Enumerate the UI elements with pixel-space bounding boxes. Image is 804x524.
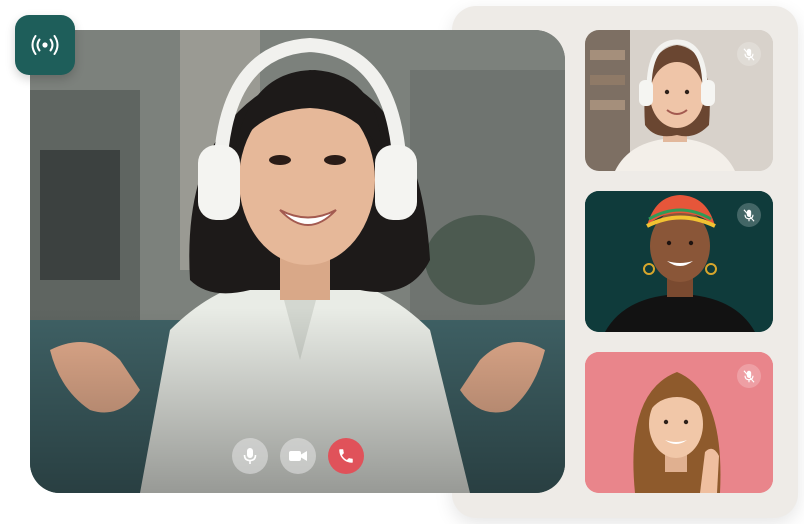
broadcast-icon bbox=[31, 35, 59, 55]
microphone-muted-icon bbox=[743, 47, 755, 61]
mute-status-badge bbox=[737, 364, 761, 388]
participant-tile-1[interactable] bbox=[585, 30, 773, 171]
microphone-muted-icon bbox=[743, 369, 755, 383]
microphone-muted-icon bbox=[743, 208, 755, 222]
mute-status-badge bbox=[737, 42, 761, 66]
microphone-icon bbox=[243, 448, 257, 464]
video-call-screen bbox=[0, 0, 804, 524]
call-controls bbox=[232, 438, 364, 474]
end-call-button[interactable] bbox=[328, 438, 364, 474]
participant-tile-2[interactable] bbox=[585, 191, 773, 332]
mute-status-badge bbox=[737, 203, 761, 227]
phone-hangup-icon bbox=[339, 449, 353, 463]
main-speaker-video bbox=[30, 30, 565, 493]
microphone-button[interactable] bbox=[232, 438, 268, 474]
video-camera-icon bbox=[289, 451, 307, 461]
participant-tile-3[interactable] bbox=[585, 352, 773, 493]
video-camera-button[interactable] bbox=[280, 438, 316, 474]
live-broadcast-badge[interactable] bbox=[15, 15, 75, 75]
main-video-feed bbox=[30, 30, 565, 493]
